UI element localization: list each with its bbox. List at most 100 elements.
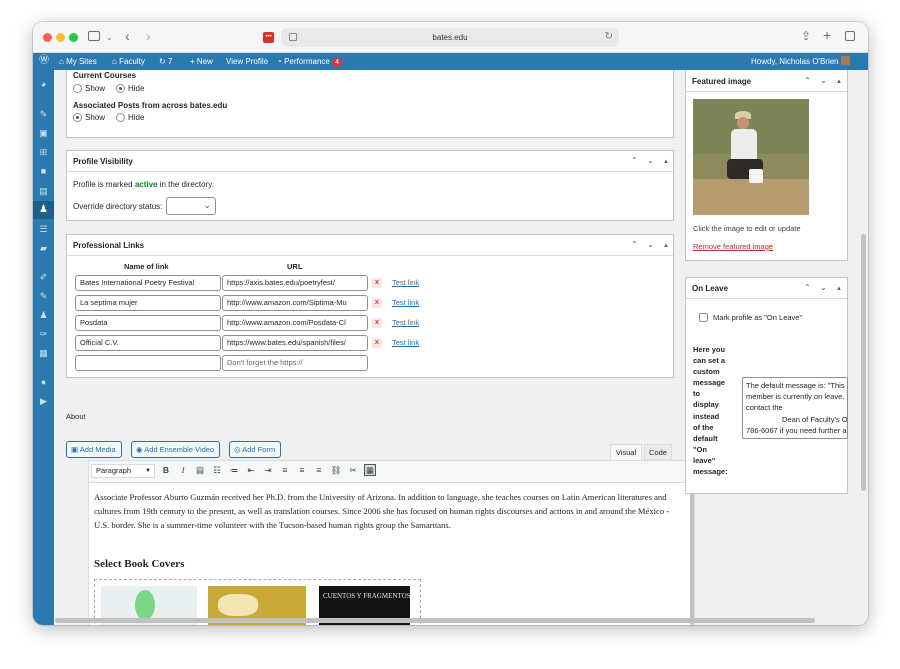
current-courses-hide-radio[interactable]: Hide [116,84,144,94]
bullet-list-icon[interactable]: ☷ [211,465,223,476]
toggle-panel-icon[interactable]: ▲ [663,241,669,252]
pin-icon[interactable]: ✎ [38,109,49,120]
settings-icon[interactable]: ▦ [38,348,49,359]
wordpress-logo-icon[interactable]: Ⓦ [39,55,49,66]
current-courses-show-radio[interactable]: Show [73,84,105,94]
new-content-menu[interactable]: + New [190,56,213,67]
sidebar-toggle-icon[interactable] [88,31,100,41]
paste-text-icon[interactable]: ▤ [194,465,206,476]
link-name-input[interactable]: Posdata [75,315,221,331]
align-center-icon[interactable]: ≡ [296,465,308,476]
move-down-icon[interactable]: ⌄ [820,75,827,86]
tools-icon[interactable]: ✑ [38,329,49,340]
dashboard-icon[interactable]: ◕ [38,79,49,90]
pages-icon[interactable]: ■ [38,166,49,177]
profiles-menu-item-active[interactable]: ♟ [33,201,54,219]
align-left-icon[interactable]: ≡ [279,465,291,476]
editor-content[interactable]: Associate Professor Aburto Guzmán receiv… [88,482,695,625]
unlink-icon[interactable]: ✂ [347,465,359,476]
link-url-input[interactable]: https://axis.bates.edu/poetryfest/ [222,275,368,291]
share-icon[interactable]: ⇪ [801,30,811,42]
link-url-input[interactable]: http://www.amazon.com/Siptima-Mu [222,295,368,311]
test-link[interactable]: Test link [392,338,419,348]
new-link-name-input[interactable] [75,355,221,371]
move-down-icon[interactable]: ⌄ [647,239,654,250]
tab-overview-icon[interactable] [845,31,855,41]
user-account-menu[interactable]: Howdy, Nicholas O'Brien [751,56,850,67]
link-name-input[interactable]: La septima mujer [75,295,221,311]
move-up-icon[interactable]: ⌃ [804,75,811,86]
toggle-panel-icon[interactable]: ▲ [836,284,842,295]
plugins-icon[interactable]: ✎ [38,291,49,302]
new-link-url-input[interactable]: Don't forget the https:// [222,355,368,371]
featured-image[interactable] [693,99,809,215]
link-url-input[interactable]: https://www.bates.edu/spanish/files/ [222,335,368,351]
horizontal-scrollbar[interactable] [55,618,815,623]
delete-link-icon[interactable]: x [372,338,382,348]
tab-visual[interactable]: Visual [610,444,642,460]
link-url-input[interactable]: http://www.amazon.com/Posdata-Cl [222,315,368,331]
associated-posts-hide-radio[interactable]: Hide [116,113,144,123]
move-up-icon[interactable]: ⌃ [631,155,638,166]
media-icon[interactable]: ▣ [38,128,49,139]
toolbar-toggle-icon[interactable]: ▦ [364,464,376,476]
delete-link-icon[interactable]: x [372,318,382,328]
posts-icon[interactable]: ▤ [38,186,49,197]
toggle-panel-icon[interactable]: ▲ [663,157,669,168]
close-window-button[interactable] [43,33,52,42]
directory-icon[interactable]: ⊞ [38,147,49,158]
forward-icon[interactable]: › [146,29,151,43]
associated-posts-show-radio[interactable]: Show [73,113,105,123]
chevron-down-icon[interactable]: ⌄ [106,32,113,44]
collapse-icon[interactable]: ▶ [38,396,49,407]
link-name-input[interactable]: Bates International Poetry Festival [75,275,221,291]
test-link[interactable]: Test link [392,298,419,308]
align-right-icon[interactable]: ≡ [313,465,325,476]
updates-menu[interactable]: ↻ 7 [159,56,172,67]
outdent-icon[interactable]: ⇤ [245,465,257,476]
format-select[interactable]: Paragraph ▼ [91,464,155,478]
add-form-button[interactable]: ◎ Add Form [229,441,282,458]
new-tab-icon[interactable]: + [823,28,831,42]
editor-scrollbar[interactable] [690,486,694,625]
message-line: member is currently on leave. [746,392,845,402]
appearance-icon[interactable]: ✐ [38,272,49,283]
move-down-icon[interactable]: ⌄ [647,155,654,166]
italic-icon[interactable]: I [177,465,189,476]
override-status-select[interactable]: ⌄ [166,197,216,215]
add-ensemble-video-button[interactable]: ◉ Add Ensemble Video [131,441,221,458]
numbered-list-icon[interactable]: ≔ [228,465,240,476]
extension-icon[interactable]: ••• [263,32,274,43]
page-scrollbar[interactable] [861,234,866,491]
maximize-window-button[interactable] [69,33,78,42]
custom-message-textarea[interactable]: The default message is: "This member is … [742,377,848,439]
table-icon[interactable]: ☰ [38,224,49,235]
minimize-window-button[interactable] [56,33,65,42]
delete-link-icon[interactable]: x [372,278,382,288]
view-profile-link[interactable]: View Profile [226,56,268,67]
address-bar[interactable]: bates.edu ↻ [281,28,619,47]
add-media-button[interactable]: ▣ Add Media [66,441,122,458]
my-sites-menu[interactable]: ⌂ My Sites [59,56,97,67]
indent-icon[interactable]: ⇥ [262,465,274,476]
faculty-site-menu[interactable]: ⌂ Faculty [112,56,145,67]
remove-featured-image-link[interactable]: Remove featured image [693,242,773,252]
delete-link-icon[interactable]: x [372,298,382,308]
move-up-icon[interactable]: ⌃ [631,239,638,250]
on-leave-checkbox[interactable] [699,313,708,322]
tab-code[interactable]: Code [644,444,672,460]
test-link[interactable]: Test link [392,278,419,288]
back-icon[interactable]: ‹ [125,29,130,43]
users-icon[interactable]: ♟ [38,310,49,321]
palette-icon[interactable]: ● [38,377,49,388]
comments-icon[interactable]: ▰ [38,243,49,254]
move-up-icon[interactable]: ⌃ [804,282,811,293]
move-down-icon[interactable]: ⌄ [820,282,827,293]
performance-menu[interactable]: ◔ Performance 4 [277,56,342,67]
test-link[interactable]: Test link [392,318,419,328]
bold-icon[interactable]: B [160,465,172,476]
toggle-panel-icon[interactable]: ▲ [836,77,842,88]
reload-icon[interactable]: ↻ [605,31,613,43]
link-name-input[interactable]: Official C.V. [75,335,221,351]
link-icon[interactable]: ⛓ [330,465,342,476]
